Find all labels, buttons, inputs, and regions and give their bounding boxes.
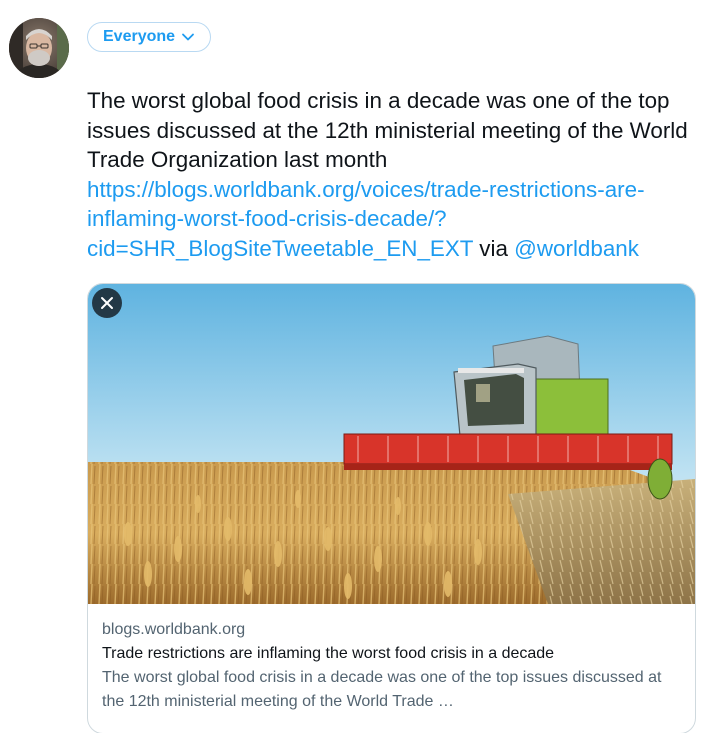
close-icon (101, 297, 113, 309)
card-image (88, 284, 695, 604)
tweet-mention-link[interactable]: @worldbank (514, 236, 639, 261)
tweet-via-text: via (479, 235, 508, 261)
tweet-composer: Everyone The worst global food crisis in… (0, 0, 717, 733)
card-meta: blogs.worldbank.org Trade restrictions a… (102, 618, 687, 714)
tweet-link-url-part-1: https://blogs.worldbank.org/voices/trade… (87, 176, 605, 202)
chevron-down-icon (182, 33, 194, 41)
avatar-photo (9, 18, 69, 78)
card-title: Trade restrictions are inflaming the wor… (102, 645, 555, 662)
tweet-textarea[interactable]: The worst global food crisis in a decade… (87, 86, 703, 263)
card-domain: blogs.worldbank.org (102, 621, 246, 638)
link-preview-card[interactable]: blogs.worldbank.org Trade restrictions a… (87, 283, 696, 733)
tweet-link-url-part-3: cid=SHR_BlogSiteTweetable_EN_EXT (87, 235, 474, 261)
combine-harvester-image (88, 284, 695, 604)
avatar[interactable] (9, 18, 69, 78)
audience-selector-button[interactable]: Everyone (87, 22, 212, 52)
tweet-body-text: The worst global food crisis in a decade… (87, 88, 688, 172)
remove-card-button[interactable] (92, 288, 122, 318)
card-description: The worst global food crisis in a decade… (102, 669, 662, 710)
audience-label: Everyone (103, 28, 176, 45)
